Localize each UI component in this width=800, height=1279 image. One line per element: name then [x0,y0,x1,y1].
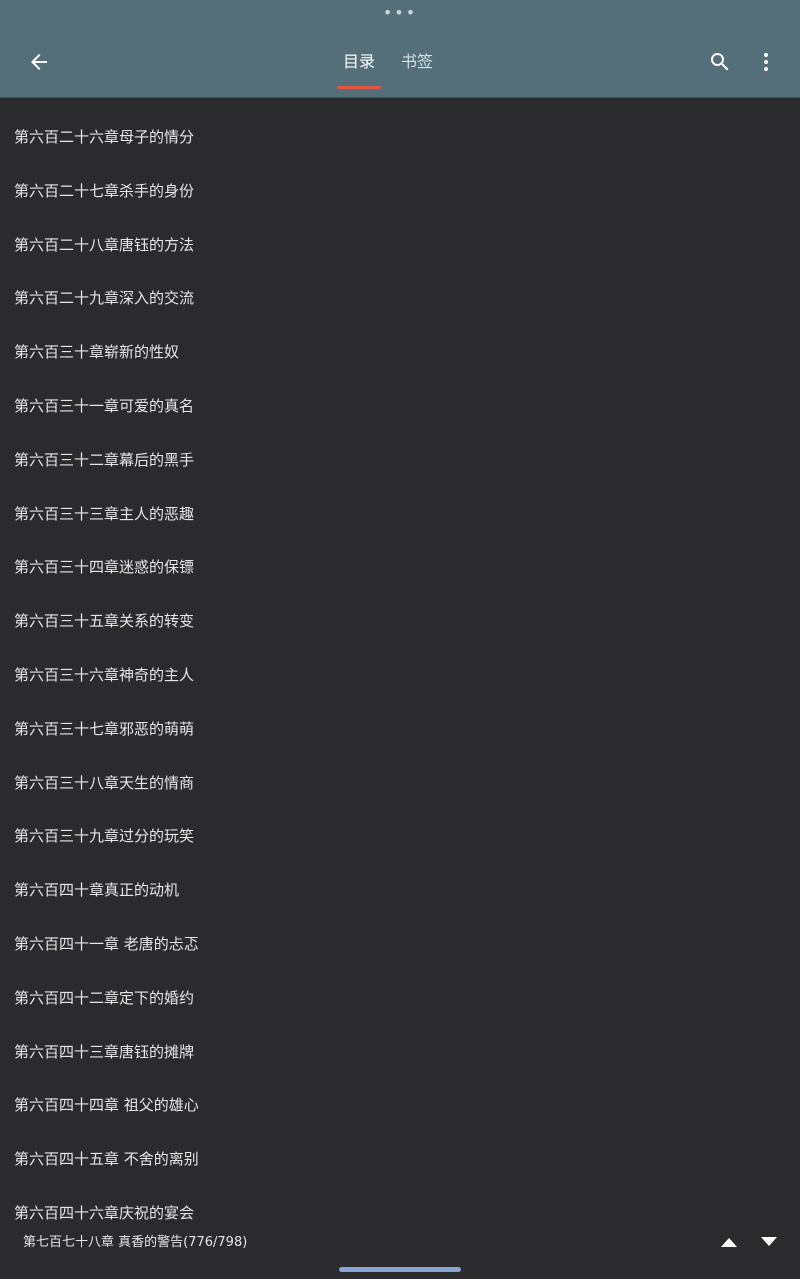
more-vert-icon [764,53,768,71]
tab-contents[interactable]: 目录 [330,40,388,89]
chapter-list-item[interactable]: 第六百四十三章唐钰的摊牌 [0,1013,800,1067]
chapter-list-item[interactable]: 第六百三十三章主人的恶趣 [0,475,800,529]
chapter-list-item[interactable]: 第六百二十九章深入的交流 [0,259,800,313]
more-options-button[interactable] [748,42,784,82]
scroll-up-button[interactable] [714,1227,744,1257]
chapter-list-item[interactable]: 第六百三十章崭新的性奴 [0,313,800,367]
chapter-list-item[interactable]: 第六百四十一章 老唐的忐忑 [0,905,800,959]
chapter-list-item[interactable]: 第六百三十八章天生的情商 [0,744,800,798]
chapter-list-item[interactable]: 第六百三十二章幕后的黑手 [0,421,800,475]
triangle-down-icon [761,1237,777,1246]
tab-bar: 目录 书签 [330,40,446,92]
triangle-up-icon [721,1238,737,1247]
chapter-list-item[interactable]: 第六百二十六章母子的情分 [0,98,800,152]
tab-bookmarks[interactable]: 书签 [388,40,446,84]
chapter-list-item[interactable]: 第六百四十六章庆祝的宴会 [0,1174,800,1221]
scroll-down-button[interactable] [754,1227,784,1257]
drag-handle[interactable]: ••• [0,4,800,22]
chapter-list-item[interactable]: 第六百四十四章 祖父的雄心 [0,1066,800,1120]
chapter-list-item[interactable]: 第六百四十五章 不舍的离别 [0,1120,800,1174]
active-tab-indicator [337,86,382,89]
chapter-list[interactable]: 第六百二十六章母子的情分 第六百二十七章杀手的身份 第六百二十八章唐钰的方法 第六百二… [0,98,800,1221]
chapter-list-item[interactable]: 第六百四十章真正的动机 [0,851,800,905]
chapter-list-item[interactable]: 第六百三十六章神奇的主人 [0,636,800,690]
chapter-list-item[interactable]: 第六百三十四章迷惑的保镖 [0,528,800,582]
search-icon [711,53,729,71]
tab-bookmarks-label: 书签 [401,52,434,71]
current-chapter-label[interactable]: 第七百七十八章 真香的警告(776/798) [23,1231,247,1250]
search-button[interactable] [700,42,740,82]
chapter-list-item[interactable]: 第六百三十五章关系的转变 [0,582,800,636]
chapter-list-item[interactable]: 第六百三十一章可爱的真名 [0,367,800,421]
app-window: ••• 目录 书签 第六百二十六章母子的情分 第六百二十七章杀手的身份 第六百二… [0,0,800,1279]
chapter-list-item[interactable]: 第六百二十七章杀手的身份 [0,152,800,206]
arrow-left-icon [31,54,47,70]
chapter-list-item[interactable]: 第六百三十七章邪恶的萌萌 [0,690,800,744]
tab-contents-label: 目录 [343,52,376,71]
chapter-list-item[interactable]: 第六百四十二章定下的婚约 [0,959,800,1013]
home-indicator[interactable] [339,1267,461,1272]
chapter-list-item[interactable]: 第六百二十八章唐钰的方法 [0,206,800,260]
top-app-bar: ••• 目录 书签 [0,0,800,98]
chapter-list-item[interactable]: 第六百三十九章过分的玩笑 [0,797,800,851]
back-button[interactable] [18,42,60,82]
